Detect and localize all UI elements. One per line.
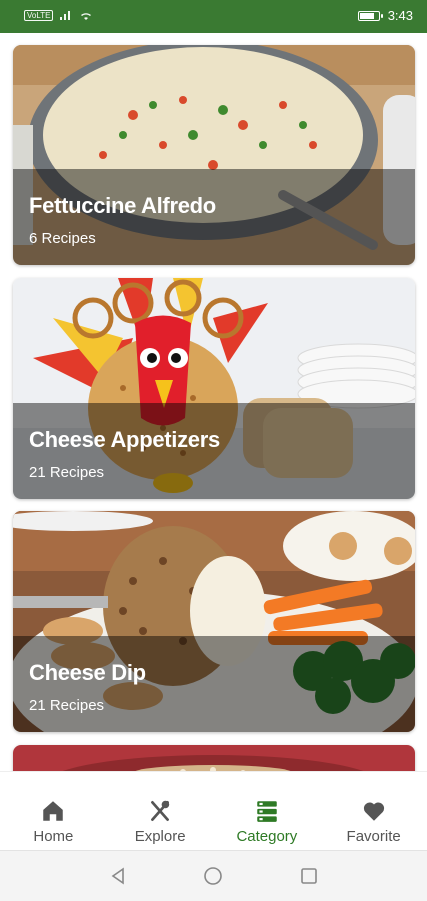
nav-home-label: Home: [33, 828, 74, 845]
category-title: Cheese Appetizers: [29, 427, 220, 452]
category-card-fettuccine[interactable]: Fettuccine Alfredo 6 Recipes: [13, 45, 415, 265]
battery-icon: [357, 10, 383, 21]
back-button[interactable]: [108, 866, 128, 886]
nav-category-label: Category: [236, 828, 298, 845]
home-icon: [43, 801, 64, 821]
heart-icon: [363, 802, 384, 821]
category-card-partial[interactable]: [13, 745, 415, 771]
nav-favorite-label: Favorite: [346, 828, 401, 845]
category-list[interactable]: Fettuccine Alfredo 6 Recipes Cheese Appe…: [0, 33, 427, 771]
status-bar: VoLTE 3:43: [0, 0, 427, 33]
recents-button[interactable]: [299, 866, 319, 886]
recipe-count: 21 Recipes: [29, 697, 105, 714]
status-left: VoLTE: [24, 9, 93, 21]
nav-category[interactable]: Category: [214, 772, 321, 851]
category-title: Fettuccine Alfredo: [29, 193, 216, 218]
system-nav-bar: [0, 850, 427, 901]
home-button[interactable]: [203, 866, 223, 886]
status-right: 3:43: [357, 8, 413, 23]
volte-label: VoLTE: [24, 9, 54, 21]
partial-card-image: [13, 745, 415, 771]
category-icon: [257, 801, 277, 822]
category-card-cheese-dip[interactable]: Cheese Dip 21 Recipes: [13, 511, 415, 732]
bottom-nav: Home Explore Category Favorite: [0, 771, 427, 851]
category-title: Cheese Dip: [29, 660, 146, 685]
category-card-cheese-appetizers[interactable]: Cheese Appetizers 21 Recipes: [13, 278, 415, 499]
recipe-count: 6 Recipes: [29, 230, 96, 247]
status-time: 3:43: [387, 8, 413, 23]
recipe-count: 21 Recipes: [29, 464, 105, 481]
nav-explore-label: Explore: [134, 828, 186, 845]
nav-favorite[interactable]: Favorite: [320, 772, 427, 851]
signal-icon: [60, 11, 71, 20]
nav-home[interactable]: Home: [0, 772, 107, 851]
wifi-icon: [81, 13, 92, 20]
nav-explore[interactable]: Explore: [107, 772, 214, 851]
utensils-icon: [151, 800, 170, 822]
